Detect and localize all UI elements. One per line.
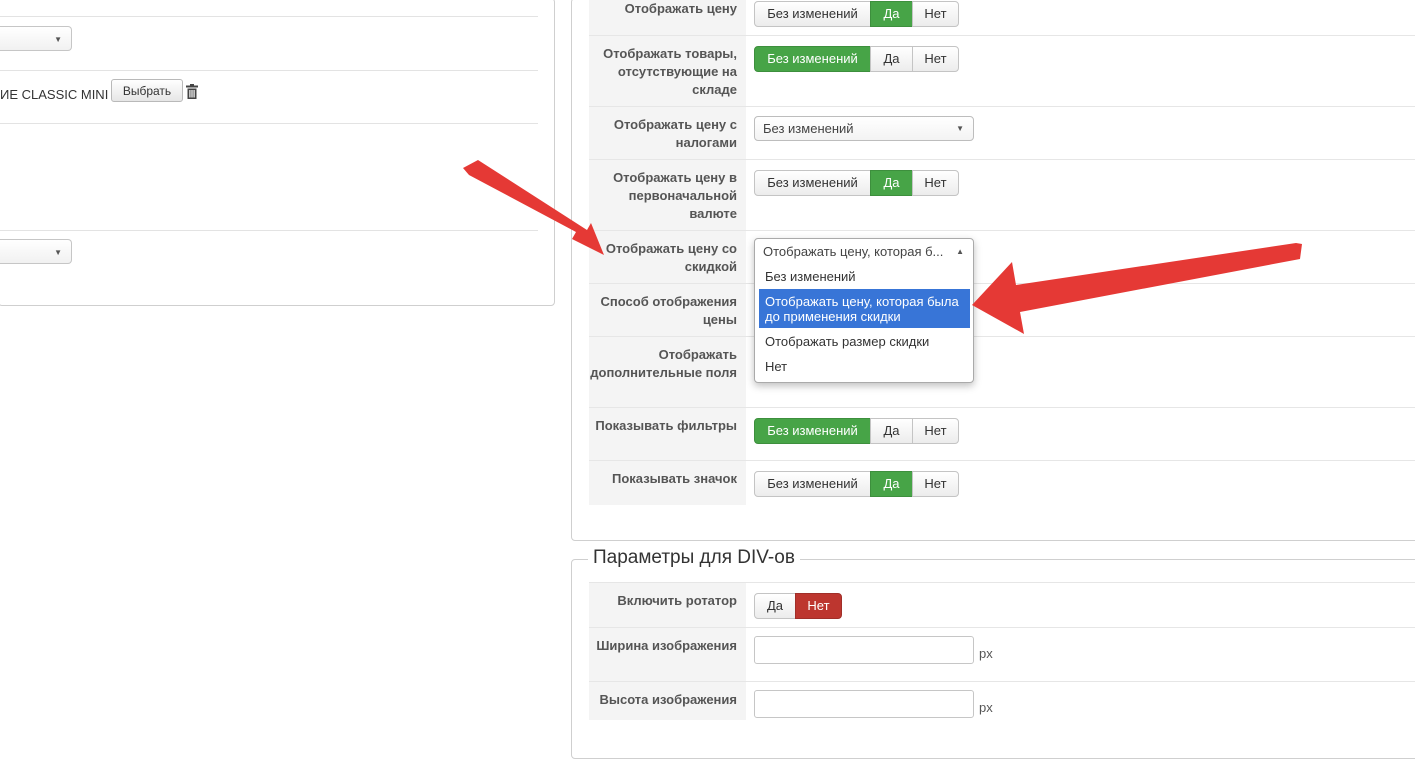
- label-show-badge: Показывать значок: [612, 471, 737, 486]
- option-yes[interactable]: Да: [870, 471, 913, 497]
- label-show-filters: Показывать фильтры: [595, 418, 737, 433]
- option-yes[interactable]: Да: [870, 1, 913, 27]
- row-divider: [589, 230, 1415, 231]
- left-panel: [0, 0, 555, 306]
- show-price-toggle: Без изменений Да Нет: [754, 1, 959, 27]
- dropdown-option-no-change[interactable]: Без изменений: [759, 268, 970, 286]
- show-filters-toggle: Без изменений Да Нет: [754, 418, 959, 444]
- option-yes[interactable]: Да: [870, 170, 913, 196]
- row-divider: [589, 35, 1415, 36]
- left-select-2[interactable]: ▼: [0, 239, 72, 264]
- left-divider: [0, 70, 538, 71]
- label-image-height: Высота изображения: [599, 692, 737, 707]
- height-unit: px: [979, 700, 993, 715]
- image-width-input[interactable]: [754, 636, 974, 664]
- select-value: Без изменений: [763, 121, 854, 136]
- option-no-change[interactable]: Без изменений: [754, 471, 871, 497]
- option-yes[interactable]: Да: [870, 46, 913, 72]
- width-unit: px: [979, 646, 993, 661]
- dropdown-option-original-price[interactable]: Отображать цену, которая была до примене…: [759, 289, 970, 328]
- label-image-width: Ширина изображения: [596, 638, 737, 653]
- choose-button[interactable]: Выбрать: [111, 79, 183, 102]
- option-no[interactable]: Нет: [912, 471, 959, 497]
- product-name: ИЕ CLASSIC MINI: [0, 87, 109, 102]
- chevron-down-icon: ▼: [956, 124, 964, 133]
- option-yes[interactable]: Да: [870, 418, 913, 444]
- dropdown-current-value[interactable]: Отображать цену, которая б... ▲: [755, 239, 973, 265]
- label-price-with-tax: Отображать цену с налогами: [613, 117, 737, 150]
- row-divider: [589, 407, 1415, 408]
- chevron-up-icon: ▲: [956, 247, 964, 256]
- left-select-1[interactable]: ▼: [0, 26, 72, 51]
- option-no-change[interactable]: Без изменений: [754, 46, 871, 72]
- discount-price-dropdown[interactable]: Отображать цену, которая б... ▲ Без изме…: [754, 238, 974, 383]
- label-price-display-mode: Способ отображения цены: [600, 294, 737, 327]
- row-divider: [589, 159, 1415, 160]
- row-divider: [589, 460, 1415, 461]
- label-discount-price: Отображать цену со скидкой: [605, 241, 737, 274]
- option-no-change[interactable]: Без изменений: [754, 170, 871, 196]
- row-divider: [589, 336, 1415, 337]
- chevron-down-icon: ▼: [54, 248, 62, 257]
- option-no-change[interactable]: Без изменений: [754, 418, 871, 444]
- row-divider: [589, 627, 1415, 628]
- left-divider: [0, 123, 538, 124]
- option-no[interactable]: Нет: [912, 1, 959, 27]
- rotator-toggle: Да Нет: [754, 593, 842, 619]
- label-original-currency: Отображать цену в первоначальной валюте: [613, 170, 737, 221]
- label-extra-fields: Отображать дополнительные поля: [590, 347, 737, 380]
- trash-icon[interactable]: [186, 84, 198, 99]
- div-params-legend: Параметры для DIV-ов: [588, 547, 800, 569]
- option-no[interactable]: Нет: [912, 170, 959, 196]
- left-divider: [0, 16, 538, 17]
- label-show-price: Отображать цену: [624, 1, 737, 16]
- row-divider: [589, 681, 1415, 682]
- dropdown-option-discount-size[interactable]: Отображать размер скидки: [759, 333, 970, 351]
- original-currency-toggle: Без изменений Да Нет: [754, 170, 959, 196]
- row-divider: [589, 283, 1415, 284]
- option-yes[interactable]: Да: [754, 593, 796, 619]
- left-divider: [0, 230, 538, 231]
- chevron-down-icon: ▼: [54, 35, 62, 44]
- option-no[interactable]: Нет: [912, 418, 959, 444]
- label-show-out-of-stock: Отображать товары, отсутствующие на скла…: [603, 46, 737, 97]
- row-divider: [589, 582, 1415, 583]
- out-of-stock-toggle: Без изменений Да Нет: [754, 46, 959, 72]
- option-no[interactable]: Нет: [795, 593, 842, 619]
- option-no-change[interactable]: Без изменений: [754, 1, 871, 27]
- label-enable-rotator: Включить ротатор: [617, 593, 737, 608]
- row-divider: [589, 106, 1415, 107]
- show-badge-toggle: Без изменений Да Нет: [754, 471, 959, 497]
- image-height-input[interactable]: [754, 690, 974, 718]
- dropdown-option-no[interactable]: Нет: [759, 358, 970, 376]
- option-no[interactable]: Нет: [912, 46, 959, 72]
- price-with-tax-select[interactable]: Без изменений ▼: [754, 116, 974, 141]
